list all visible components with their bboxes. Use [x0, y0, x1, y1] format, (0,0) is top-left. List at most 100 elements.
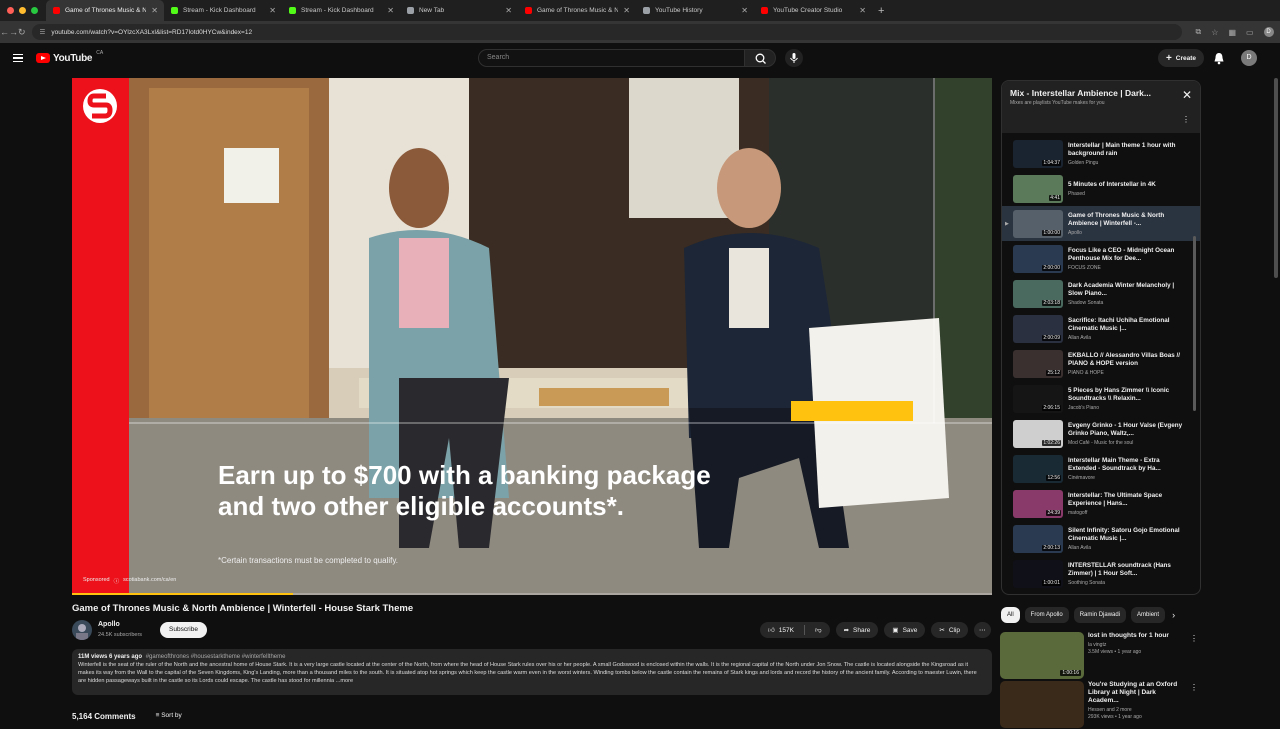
hashtags[interactable]: #gameofthrones #housestarktheme #winterf…: [146, 654, 286, 660]
recommended-video[interactable]: 1:00:16 lost in thoughts for 1 hour la v…: [1000, 632, 1200, 680]
playlist-item[interactable]: 4:41 5 Minutes of Interstellar in 4K Pha…: [1002, 171, 1200, 206]
chips-next-arrow-icon[interactable]: ›: [1172, 610, 1175, 620]
user-avatar[interactable]: D: [1241, 50, 1257, 66]
playlist-item-channel: Jacob's Piano: [1068, 404, 1099, 411]
browser-tab[interactable]: Game of Thrones Music & N ✕: [46, 0, 164, 21]
extensions-icon[interactable]: ▦: [1228, 28, 1236, 37]
channel-name[interactable]: Apollo: [98, 621, 120, 628]
new-tab-button[interactable]: +: [872, 5, 890, 17]
playlist-item[interactable]: Music For When You Need A: [1002, 591, 1200, 594]
tab-close-icon[interactable]: ✕: [623, 6, 630, 15]
channel-avatar[interactable]: [72, 620, 92, 640]
sidebar-icon[interactable]: ▭: [1246, 28, 1254, 37]
tab-close-icon[interactable]: ✕: [505, 6, 512, 15]
site-info-icon[interactable]: ☰: [40, 28, 46, 36]
youtube-logo[interactable]: YouTube CA: [36, 50, 103, 64]
sponsored-badge[interactable]: Sponsored ⓘ scotiabank.com/ca/en: [83, 577, 176, 585]
subscribe-button[interactable]: Subscribe: [160, 622, 207, 638]
playlist-item[interactable]: 1:00:01 INTERSTELLAR soundtrack (Hans Zi…: [1002, 556, 1200, 591]
playlist-item[interactable]: 2:06:15 5 Pieces by Hans Zimmer \\ Iconi…: [1002, 381, 1200, 416]
ad-progress-bar[interactable]: [72, 593, 992, 595]
recommended-video-thumbnail: [1000, 681, 1084, 728]
address-bar[interactable]: ☰ youtube.com/watch?v=OYlzcXA3Lxl&list=R…: [31, 24, 1182, 40]
search-icon: [755, 53, 766, 64]
filter-chip[interactable]: Ramin Djawadi: [1073, 607, 1127, 623]
more-actions-button[interactable]: ⋯: [974, 622, 991, 638]
playlist-item[interactable]: 12:56 Interstellar Main Theme - Extra Ex…: [1002, 451, 1200, 486]
browser-profile-avatar[interactable]: D: [1263, 27, 1274, 37]
create-label: Create: [1175, 54, 1197, 62]
share-arrow-icon: ➦: [843, 627, 850, 634]
bookmark-star-icon[interactable]: ☆: [1211, 28, 1218, 37]
browser-tab[interactable]: Game of Thrones Music & N ✕: [518, 0, 636, 21]
reload-icon[interactable]: ↻: [18, 27, 26, 38]
description-meta: 11M views 6 years ago #gameofthrones #ho…: [78, 654, 986, 660]
recommended-video-duration: 1:00:16: [1060, 670, 1081, 676]
clip-label: Clip: [948, 626, 961, 634]
playlist-item[interactable]: 2:03:18 Dark Academia Winter Melancholy …: [1002, 276, 1200, 311]
browser-tab[interactable]: YouTube History ✕: [636, 0, 754, 21]
voice-search-button[interactable]: [785, 49, 803, 67]
browser-tab[interactable]: Stream - Kick Dashboard ✕: [282, 0, 400, 21]
playlist-item-channel: Allan Avila: [1068, 334, 1091, 341]
search-button[interactable]: [745, 49, 776, 67]
filter-chip[interactable]: From Apollo: [1024, 607, 1069, 623]
minimize-window-button[interactable]: [19, 7, 26, 14]
playlist-item-duration: 1:00:01: [1042, 579, 1061, 586]
hamburger-menu-icon[interactable]: [13, 52, 23, 64]
dislike-button[interactable]: 👎︎: [809, 626, 830, 634]
playlist-item-thumbnail: 24:39: [1013, 489, 1063, 518]
playlist-more-icon[interactable]: ⋮: [1182, 115, 1190, 124]
search-input[interactable]: Search: [478, 49, 745, 67]
install-icon[interactable]: ⧉: [1196, 27, 1202, 37]
playlist-title[interactable]: Mix - Interstellar Ambience | Dark...: [1010, 88, 1175, 98]
playlist-item-title: EKBALLO // Alessandro Villas Boas // PIA…: [1068, 351, 1180, 367]
clip-button[interactable]: ✂ Clip: [931, 622, 969, 638]
playlist-item[interactable]: 24:39 Interstellar: The Ultimate Space E…: [1002, 486, 1200, 521]
filter-chip[interactable]: Ambient: [1131, 607, 1166, 623]
share-button[interactable]: ➦ Share: [835, 622, 879, 638]
playlist-item[interactable]: 2:00:13 Silent Infinity: Satoru Gojo Emo…: [1002, 521, 1200, 556]
recommended-video[interactable]: You're Studying at an Oxford Library at …: [1000, 681, 1200, 729]
browser-tab[interactable]: Stream - Kick Dashboard ✕: [164, 0, 282, 21]
recommended-video-more-icon[interactable]: ⋮: [1190, 634, 1198, 643]
playlist-item-title: 5 Pieces by Hans Zimmer \\ Iconic Soundt…: [1068, 386, 1170, 402]
description-box[interactable]: 11M views 6 years ago #gameofthrones #ho…: [72, 649, 992, 695]
tab-close-icon[interactable]: ✕: [151, 6, 158, 15]
filter-chip[interactable]: All: [1001, 607, 1020, 623]
playlist-item[interactable]: ▶ 1:00:00 Game of Thrones Music & North …: [1002, 206, 1200, 241]
tab-close-icon[interactable]: ✕: [387, 6, 394, 15]
playlist-scrollbar[interactable]: [1193, 236, 1196, 411]
notifications-bell-icon[interactable]: [1212, 52, 1226, 65]
info-icon[interactable]: ⓘ: [114, 577, 120, 585]
playlist-item[interactable]: 1:02:26 Evgeny Grinko - 1 Hour Valse (Ev…: [1002, 416, 1200, 451]
more-horizontal-icon: ⋯: [979, 627, 986, 634]
create-button[interactable]: + Create: [1158, 49, 1204, 67]
close-icon[interactable]: ✕: [1182, 88, 1192, 102]
playlist-item[interactable]: 1:04:37 Interstellar | Main theme 1 hour…: [1002, 136, 1200, 171]
playlist-item-thumbnail: 25:12: [1013, 349, 1063, 378]
like-button[interactable]: 👍︎ 157K: [760, 626, 800, 635]
bookmark-icon: ▣: [892, 627, 899, 634]
back-icon[interactable]: ←: [0, 27, 9, 37]
playlist-item[interactable]: 25:12 EKBALLO // Alessandro Villas Boas …: [1002, 346, 1200, 381]
maximize-window-button[interactable]: [31, 7, 38, 14]
page-scrollbar[interactable]: [1272, 43, 1280, 720]
forward-icon[interactable]: →: [9, 27, 18, 37]
playlist-item-duration: 2:00:00: [1042, 264, 1061, 271]
close-window-button[interactable]: [7, 7, 14, 14]
ad-headline-line-2: and two other eligible accounts*.: [218, 491, 624, 521]
now-playing-icon: ▶: [1005, 220, 1009, 227]
sponsored-url[interactable]: scotiabank.com/ca/en: [123, 577, 176, 585]
ad-headline-line-1: Earn up to $700 with a banking package: [218, 460, 711, 490]
tab-close-icon[interactable]: ✕: [741, 6, 748, 15]
browser-tab[interactable]: New Tab ✕: [400, 0, 518, 21]
playlist-item[interactable]: 2:00:00 Focus Like a CEO - Midnight Ocea…: [1002, 241, 1200, 276]
playlist-item-channel: Apollo: [1068, 229, 1082, 236]
tab-close-icon[interactable]: ✕: [269, 6, 276, 15]
tab-close-icon[interactable]: ✕: [859, 6, 866, 15]
save-button[interactable]: ▣ Save: [884, 622, 926, 638]
browser-tab[interactable]: YouTube Creator Studio ✕: [754, 0, 872, 21]
recommended-video-more-icon[interactable]: ⋮: [1190, 683, 1198, 692]
playlist-item[interactable]: 2:00:09 Sacrifice: Itachi Uchiha Emotion…: [1002, 311, 1200, 346]
